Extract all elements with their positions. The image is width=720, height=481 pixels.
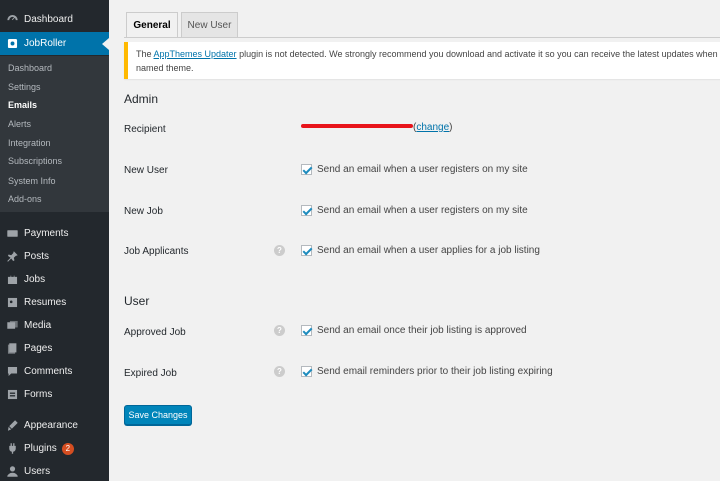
sidebar-item-posts[interactable]: Posts (0, 245, 109, 268)
help-icon[interactable]: ? (274, 366, 285, 377)
sidebar-item-dashboard[interactable]: Dashboard (0, 8, 109, 31)
appthemes-updater-link[interactable]: AppThemes Updater (154, 49, 237, 59)
sidebar-item-comments[interactable]: Comments (0, 360, 109, 383)
sidebar-item-label: Media (24, 320, 52, 331)
save-changes-button[interactable]: Save Changes (124, 405, 192, 425)
approved-job-label: Approved Job (124, 327, 186, 338)
sidebar-item-label: Users (24, 466, 51, 477)
new-job-label: New Job (124, 206, 163, 217)
submenu-item-emails[interactable]: Emails (8, 100, 37, 110)
new-user-checkbox-label: Send an email when a user registers on m… (317, 164, 528, 175)
tab-general[interactable]: General (126, 12, 178, 38)
sidebar-item-label: Plugins (24, 443, 57, 454)
admin-section-title: Admin (124, 92, 159, 106)
sidebar-item-label: Jobs (24, 274, 46, 285)
pages-icon (0, 342, 24, 355)
media-icon (0, 319, 24, 332)
sidebar-item-label: Comments (24, 366, 73, 377)
comments-icon (0, 365, 24, 378)
pin-icon (0, 250, 24, 263)
users-icon (0, 465, 24, 478)
redacted-email (301, 124, 413, 129)
sidebar-item-label: Pages (24, 343, 53, 354)
submenu-item-integration[interactable]: Integration (8, 138, 51, 148)
new-job-checkbox[interactable] (301, 205, 312, 216)
appearance-icon (0, 419, 24, 432)
help-icon[interactable]: ? (274, 325, 285, 336)
forms-icon (0, 388, 24, 401)
sidebar-item-pages[interactable]: Pages (0, 337, 109, 360)
sidebar-item-media[interactable]: Media (0, 314, 109, 337)
job-applicants-checkbox[interactable] (301, 245, 312, 256)
sidebar-item-payments[interactable]: Payments (0, 222, 109, 245)
sidebar-item-label: Payments (24, 228, 69, 239)
jobs-icon (0, 273, 24, 286)
notice-line-2: named theme. (136, 63, 194, 73)
updater-notice: The AppThemes Updater plugin is not dete… (124, 42, 720, 79)
new-user-checkbox[interactable] (301, 164, 312, 175)
sidebar-item-label: Resumes (24, 297, 67, 308)
sidebar-item-label: Forms (24, 389, 53, 400)
resumes-icon (0, 296, 24, 309)
recipient-value: (change) (301, 122, 453, 133)
sidebar-item-jobroller[interactable]: JobRoller (0, 32, 109, 55)
expired-job-label: Expired Job (124, 368, 177, 379)
jobroller-icon (0, 37, 24, 50)
sidebar-item-appearance[interactable]: Appearance (0, 414, 109, 437)
submenu-item-system-info[interactable]: System Info (8, 176, 56, 186)
expired-job-checkbox[interactable] (301, 366, 312, 377)
sidebar-item-label: Dashboard (24, 14, 73, 25)
user-section-title: User (124, 294, 150, 308)
submenu-item-dashboard[interactable]: Dashboard (8, 63, 52, 73)
submenu-item-settings[interactable]: Settings (8, 82, 41, 92)
sidebar-item-resumes[interactable]: Resumes (0, 291, 109, 314)
jobroller-submenu: Dashboard Settings Emails Alerts Integra… (0, 56, 109, 212)
notice-line-1: The AppThemes Updater plugin is not dete… (136, 49, 720, 59)
submenu-item-alerts[interactable]: Alerts (8, 119, 31, 129)
job-applicants-label: Job Applicants (124, 246, 189, 257)
plugins-icon (0, 442, 24, 455)
sidebar-item-jobs[interactable]: Jobs (0, 268, 109, 291)
approved-job-checkbox[interactable] (301, 325, 312, 336)
sidebar-item-label: JobRoller (24, 38, 67, 49)
sidebar-item-forms[interactable]: Forms (0, 383, 109, 406)
tab-new-user[interactable]: New User (181, 12, 238, 37)
change-recipient-link[interactable]: change (416, 122, 449, 133)
admin-sidebar: Dashboard JobRoller Dashboard Settings E… (0, 0, 109, 481)
submenu-item-subscriptions[interactable]: Subscriptions (8, 156, 62, 166)
recipient-label: Recipient (124, 124, 166, 135)
sidebar-item-users[interactable]: Users (0, 460, 109, 481)
expired-job-checkbox-label: Send email reminders prior to their job … (317, 366, 553, 377)
payments-icon (0, 227, 24, 240)
sidebar-item-plugins[interactable]: Plugins 2 (0, 437, 109, 460)
submenu-item-add-ons[interactable]: Add-ons (8, 194, 42, 204)
new-user-label: New User (124, 165, 168, 176)
help-icon[interactable]: ? (274, 245, 285, 256)
sidebar-item-label: Posts (24, 251, 50, 262)
job-applicants-checkbox-label: Send an email when a user applies for a … (317, 245, 540, 256)
new-job-checkbox-label: Send an email when a user registers on m… (317, 205, 528, 216)
dashboard-icon (0, 13, 24, 26)
approved-job-checkbox-label: Send an email once their job listing is … (317, 325, 527, 336)
sidebar-item-label: Appearance (24, 420, 78, 431)
plugins-update-badge: 2 (61, 442, 74, 455)
tab-divider (124, 37, 720, 38)
